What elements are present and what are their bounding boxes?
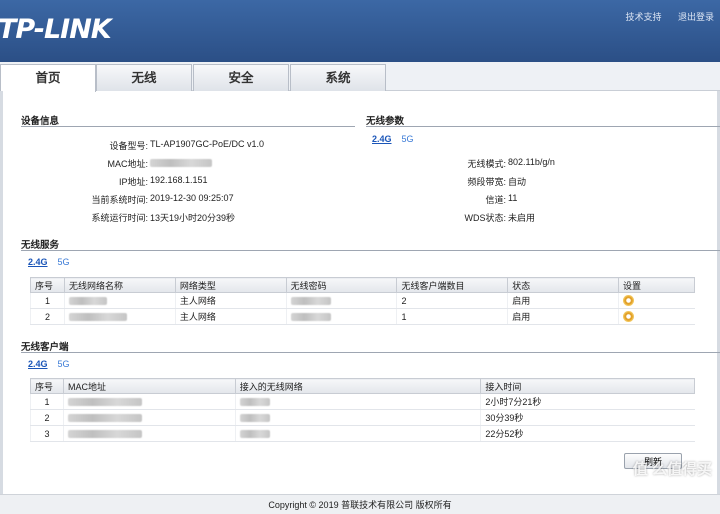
wireless-service-title: 无线服务 bbox=[21, 240, 60, 251]
top-links: 技术支持 退出登录 bbox=[611, 10, 714, 23]
wireless-clients-table: 序号 MAC地址 接入的无线网络 接入时间 1 2小时7分21秒 2 30分39… bbox=[30, 378, 695, 442]
blurred-ssid bbox=[239, 398, 270, 407]
tp-link-logo: TP-LINK bbox=[0, 14, 112, 45]
wireless-params-title: 无线参数 bbox=[366, 116, 405, 127]
table-row: 1 主人网络 2 启用 bbox=[30, 292, 695, 309]
table-header: 序号 MAC地址 接入的无线网络 接入时间 bbox=[30, 378, 695, 394]
table-row: 3 22分52秒 bbox=[30, 425, 695, 442]
table-header: 序号 无线网络名称 网络类型 无线密码 无线客户端数目 状态 设置 bbox=[30, 277, 695, 293]
blurred-ssid bbox=[239, 430, 270, 439]
band-2-4g[interactable]: 2.4G bbox=[372, 134, 392, 144]
divider bbox=[366, 126, 720, 127]
logout-link[interactable]: 退出登录 bbox=[678, 12, 714, 22]
band-2-4g[interactable]: 2.4G bbox=[28, 359, 48, 369]
table-row: 2 30分39秒 bbox=[30, 409, 695, 426]
blurred-ssid bbox=[239, 414, 270, 423]
band-5g[interactable]: 5G bbox=[402, 134, 414, 144]
watermark: 值 么值得买 bbox=[632, 461, 712, 478]
blurred-ssid bbox=[68, 297, 107, 306]
content-area: 设备信息 设备型号: TL-AP1907GC-PoE/DC v1.0 MAC地址:… bbox=[0, 91, 720, 494]
tech-support-link[interactable]: 技术支持 bbox=[625, 12, 661, 22]
footer-copyright: Copyright © 2019 普联技术有限公司 版权所有 bbox=[0, 494, 720, 514]
divider bbox=[21, 352, 720, 353]
band-5g[interactable]: 5G bbox=[58, 257, 70, 267]
tab-security[interactable]: 安全 bbox=[193, 64, 289, 91]
service-band-switch: 2.4G 5G bbox=[28, 257, 70, 267]
top-banner: TP-LINK 技术支持 退出登录 bbox=[0, 0, 720, 62]
gear-icon[interactable] bbox=[623, 311, 635, 323]
wireless-clients-title: 无线客户端 bbox=[21, 342, 69, 353]
tab-system[interactable]: 系统 bbox=[290, 64, 386, 91]
clients-band-switch: 2.4G 5G bbox=[28, 359, 70, 369]
divider bbox=[21, 126, 355, 127]
gear-icon[interactable] bbox=[623, 295, 635, 307]
band-2-4g[interactable]: 2.4G bbox=[28, 257, 48, 267]
blurred-mac bbox=[67, 430, 142, 439]
tab-home[interactable]: 首页 bbox=[0, 64, 96, 92]
blurred-mac bbox=[67, 398, 142, 407]
tab-wireless[interactable]: 无线 bbox=[96, 64, 192, 91]
table-row: 1 2小时7分21秒 bbox=[30, 393, 695, 410]
blurred-password bbox=[290, 313, 331, 322]
blurred-password bbox=[290, 297, 331, 306]
blurred-mac bbox=[150, 158, 212, 167]
table-row: 2 主人网络 1 启用 bbox=[30, 308, 695, 325]
band-5g[interactable]: 5G bbox=[58, 359, 70, 369]
device-info-title: 设备信息 bbox=[21, 116, 60, 127]
divider bbox=[21, 250, 720, 251]
blurred-ssid bbox=[68, 313, 127, 322]
blurred-mac bbox=[67, 414, 142, 423]
params-band-switch: 2.4G 5G bbox=[372, 134, 414, 144]
wireless-service-table: 序号 无线网络名称 网络类型 无线密码 无线客户端数目 状态 设置 1 主人网络… bbox=[30, 277, 695, 325]
main-tabs: 首页 无线 安全 系统 bbox=[0, 62, 720, 92]
